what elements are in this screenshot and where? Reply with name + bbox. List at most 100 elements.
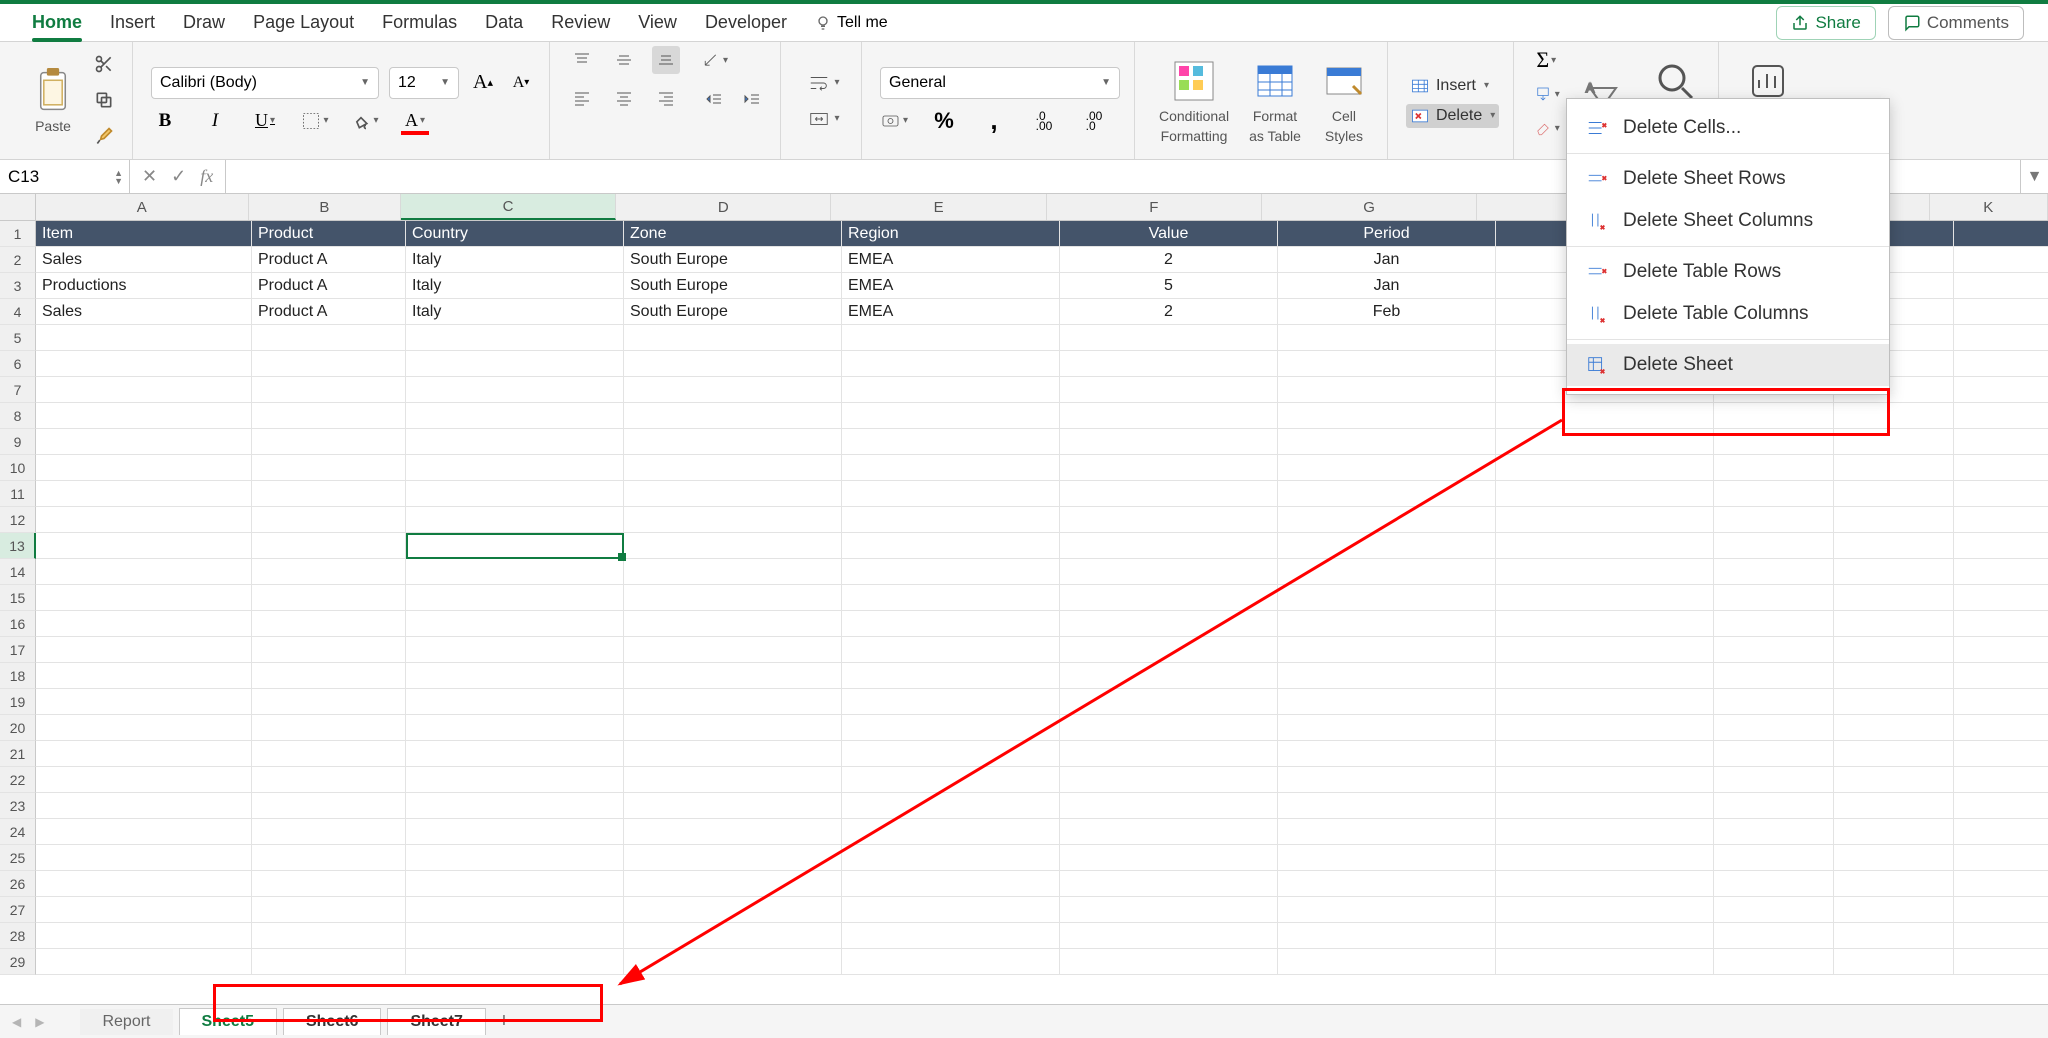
cell[interactable] (1060, 507, 1278, 533)
cell[interactable]: Jan (1278, 273, 1496, 299)
name-box[interactable]: C13 ▲▼ (0, 160, 130, 193)
cell[interactable] (36, 663, 252, 689)
cell[interactable] (1060, 559, 1278, 585)
menu-delete-sheet-rows[interactable]: Delete Sheet Rows (1567, 158, 1889, 200)
cell[interactable] (1954, 663, 2048, 689)
cell[interactable] (624, 819, 842, 845)
cell[interactable] (1496, 767, 1714, 793)
column-header-A[interactable]: A (36, 194, 249, 220)
cell[interactable] (406, 377, 624, 403)
cell[interactable]: Product (252, 221, 406, 247)
row-header-28[interactable]: 28 (0, 923, 36, 949)
sheet-nav-next[interactable]: ▶ (31, 1015, 48, 1029)
cell[interactable] (1278, 429, 1496, 455)
cell[interactable] (624, 793, 842, 819)
format-painter-button[interactable] (90, 122, 118, 150)
cell[interactable] (1060, 845, 1278, 871)
cell[interactable] (842, 533, 1060, 559)
formula-bar-expand[interactable]: ▼ (2020, 160, 2048, 193)
cell[interactable] (1954, 897, 2048, 923)
cell[interactable] (1496, 689, 1714, 715)
cell[interactable] (842, 689, 1060, 715)
cell[interactable] (1060, 689, 1278, 715)
add-sheet-button[interactable]: + (492, 1010, 516, 1034)
cell[interactable] (624, 429, 842, 455)
cell[interactable] (406, 897, 624, 923)
column-header-G[interactable]: G (1262, 194, 1477, 220)
number-format-select[interactable]: General▼ (880, 67, 1120, 99)
cell[interactable] (36, 403, 252, 429)
cell[interactable] (624, 949, 842, 975)
menu-delete-sheet-columns[interactable]: Delete Sheet Columns (1567, 200, 1889, 242)
cell[interactable] (406, 585, 624, 611)
cell[interactable]: South Europe (624, 299, 842, 325)
cell[interactable]: 2 (1060, 299, 1278, 325)
cell[interactable] (1834, 715, 1954, 741)
cell[interactable] (1278, 559, 1496, 585)
cell[interactable] (1278, 897, 1496, 923)
cell[interactable] (1278, 923, 1496, 949)
cell[interactable] (252, 377, 406, 403)
cell[interactable] (1060, 429, 1278, 455)
cell[interactable] (1278, 611, 1496, 637)
cell[interactable] (252, 793, 406, 819)
cell[interactable] (1954, 507, 2048, 533)
row-header-6[interactable]: 6 (0, 351, 36, 377)
cell[interactable] (406, 845, 624, 871)
cell[interactable] (1496, 637, 1714, 663)
cell[interactable] (1954, 273, 2048, 299)
decrease-indent-button[interactable] (700, 86, 728, 114)
cell[interactable] (1714, 637, 1834, 663)
decrease-decimal-button[interactable]: .00.0 (1080, 107, 1108, 135)
cell[interactable] (1060, 377, 1278, 403)
cell[interactable] (406, 689, 624, 715)
cell[interactable] (252, 845, 406, 871)
cell[interactable] (624, 585, 842, 611)
cell[interactable] (252, 897, 406, 923)
cell[interactable] (252, 403, 406, 429)
cell[interactable] (624, 481, 842, 507)
row-header-2[interactable]: 2 (0, 247, 36, 273)
cell[interactable] (1278, 793, 1496, 819)
cell[interactable] (1496, 481, 1714, 507)
cell[interactable]: 2 (1060, 247, 1278, 273)
cell[interactable] (406, 949, 624, 975)
row-header-18[interactable]: 18 (0, 663, 36, 689)
name-box-stepper[interactable]: ▲▼ (114, 169, 123, 185)
cell[interactable] (1278, 689, 1496, 715)
cell[interactable] (1954, 637, 2048, 663)
column-header-C[interactable]: C (401, 194, 616, 220)
cell[interactable] (1834, 663, 1954, 689)
select-all-corner[interactable] (0, 194, 36, 220)
cell[interactable] (1834, 923, 1954, 949)
accounting-format-button[interactable]: ▾ (880, 107, 908, 135)
fill-color-button[interactable]: ▾ (351, 107, 379, 135)
cell[interactable] (842, 897, 1060, 923)
cell[interactable] (406, 351, 624, 377)
cell[interactable] (1834, 845, 1954, 871)
cell[interactable] (1954, 533, 2048, 559)
cell[interactable] (1834, 481, 1954, 507)
cell[interactable] (1834, 611, 1954, 637)
cell[interactable] (842, 377, 1060, 403)
cell[interactable]: Sales (36, 299, 252, 325)
cell[interactable] (252, 455, 406, 481)
increase-decimal-button[interactable]: .0.00 (1030, 107, 1058, 135)
tab-view[interactable]: View (624, 4, 691, 41)
cell[interactable] (36, 533, 252, 559)
row-header-22[interactable]: 22 (0, 767, 36, 793)
cell[interactable] (1060, 455, 1278, 481)
column-header-E[interactable]: E (831, 194, 1046, 220)
cell[interactable] (406, 923, 624, 949)
cell[interactable] (406, 507, 624, 533)
cell[interactable] (36, 819, 252, 845)
tab-home[interactable]: Home (18, 4, 96, 41)
cell[interactable] (1278, 663, 1496, 689)
cell[interactable] (1834, 897, 1954, 923)
cell[interactable] (1714, 611, 1834, 637)
cell[interactable] (842, 715, 1060, 741)
cell[interactable] (1714, 897, 1834, 923)
cell[interactable] (842, 559, 1060, 585)
cell[interactable] (1954, 299, 2048, 325)
cell[interactable] (624, 637, 842, 663)
